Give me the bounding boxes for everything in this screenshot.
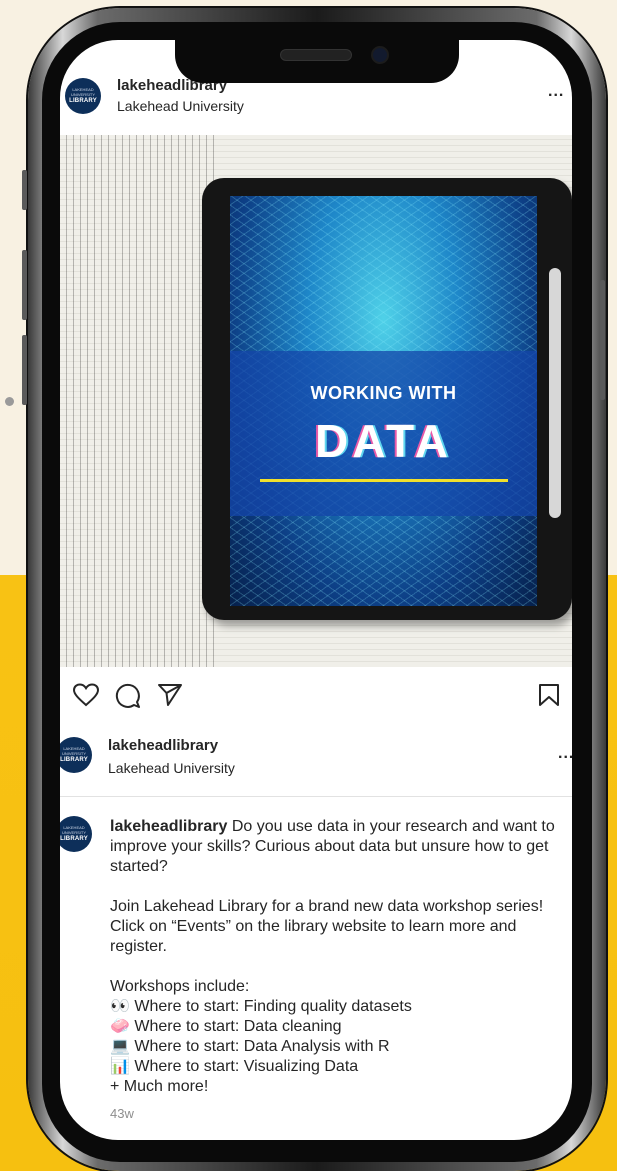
front-camera — [371, 46, 389, 64]
post-image[interactable]: WORKING WITH DATA — [60, 135, 572, 667]
avatar-text: LIBRARY — [60, 836, 88, 842]
image-title-big: DATA — [315, 415, 452, 467]
workshop-item: 👀 Where to start: Finding quality datase… — [110, 998, 412, 1015]
post-timestamp[interactable]: 43w — [110, 1106, 134, 1121]
author-username[interactable]: lakeheadlibrary — [108, 737, 218, 754]
send-icon[interactable] — [157, 683, 183, 707]
more-options-button[interactable]: ... — [548, 83, 564, 101]
bookmark-icon[interactable] — [538, 683, 560, 707]
post-location[interactable]: Lakehead University — [117, 98, 244, 114]
workshop-item: 📊 Where to start: Visualizing Data — [110, 1058, 359, 1075]
stylus — [549, 268, 561, 518]
power-button — [600, 280, 605, 400]
caption-paragraph-1: lakeheadlibrary Do you use data in your … — [110, 817, 565, 877]
workshop-item: 🧼 Where to start: Data cleaning — [110, 1018, 342, 1035]
heart-icon[interactable] — [73, 683, 99, 707]
notch — [175, 40, 459, 83]
caption-username[interactable]: lakeheadlibrary — [110, 818, 227, 835]
page-indicator-dot — [5, 397, 14, 406]
caption-paragraph-2: Join Lakehead Library for a brand new da… — [110, 898, 544, 955]
tablet-screen: WORKING WITH DATA — [230, 196, 537, 606]
divider — [60, 796, 572, 797]
avatar-text: LIBRARY — [69, 98, 97, 104]
author-more-button[interactable]: ... — [558, 745, 572, 763]
author-avatar[interactable]: LAKEHEAD UNIVERSITY LIBRARY — [60, 737, 92, 773]
workshops-list: Workshops include: 👀 Where to start: Fin… — [110, 977, 565, 1097]
workshop-item: 💻 Where to start: Data Analysis with R — [110, 1038, 390, 1055]
speaker-grille — [280, 49, 352, 61]
title-underline — [260, 479, 508, 482]
mute-switch — [22, 170, 27, 210]
image-title-small: WORKING WITH — [310, 383, 457, 403]
comment-icon[interactable] — [115, 683, 141, 709]
avatar[interactable]: LAKEHEAD UNIVERSITY LIBRARY — [65, 78, 101, 114]
workshops-more: + Much more! — [110, 1078, 209, 1095]
workshops-heading: Workshops include: — [110, 978, 250, 995]
tablet-device: WORKING WITH DATA — [202, 178, 572, 620]
avatar-text: LIBRARY — [60, 757, 88, 763]
caption-avatar[interactable]: LAKEHEAD UNIVERSITY LIBRARY — [60, 816, 92, 852]
paper-background — [60, 135, 220, 667]
phone-screen: LAKEHEAD UNIVERSITY LIBRARY lakeheadlibr… — [60, 40, 572, 1140]
volume-down-button — [22, 335, 27, 405]
author-location[interactable]: Lakehead University — [108, 760, 235, 776]
post-caption: lakeheadlibrary Do you use data in your … — [110, 817, 565, 1097]
volume-up-button — [22, 250, 27, 320]
